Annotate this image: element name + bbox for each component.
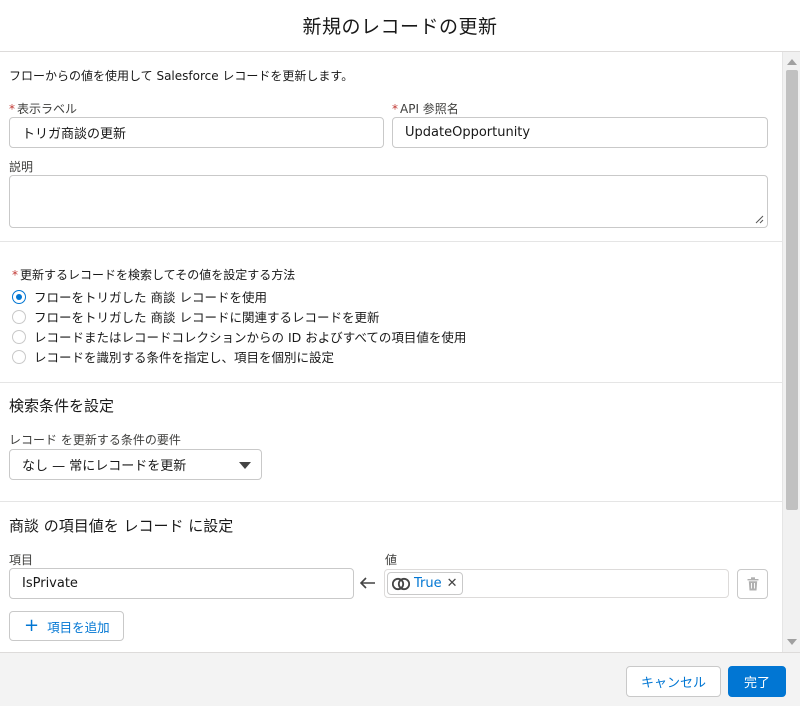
chevron-down-icon <box>239 462 251 469</box>
description-textarea[interactable] <box>9 175 768 228</box>
section-divider <box>0 241 782 242</box>
condition-select[interactable]: なし — 常にレコードを更新 <box>9 449 262 480</box>
radio-button[interactable] <box>12 309 26 324</box>
radio-button[interactable] <box>12 349 26 364</box>
done-button[interactable]: 完了 <box>728 666 786 697</box>
add-field-label: 項目を追加 <box>47 619 110 635</box>
method-option-2[interactable]: フローをトリガした 商談 レコードに関連するレコードを更新 <box>12 307 379 326</box>
modal-body: フローからの値を使用して Salesforce レコードを更新します。 * 表示ラ… <box>0 52 782 652</box>
value-pill-text: True <box>414 576 442 591</box>
boolean-icon <box>391 577 411 591</box>
resize-grip-icon[interactable] <box>755 215 764 224</box>
intro-text: フローからの値を使用して Salesforce レコードを更新します。 <box>9 69 354 83</box>
radio-button[interactable] <box>12 329 26 344</box>
value-input[interactable]: True ✕ <box>384 569 729 598</box>
value-column-label: 値 <box>385 553 398 567</box>
scroll-up-arrow[interactable] <box>787 59 797 65</box>
close-icon[interactable]: ✕ <box>447 576 458 591</box>
cancel-button[interactable]: キャンセル <box>626 666 721 697</box>
radio-button[interactable] <box>12 289 26 304</box>
delete-row-button[interactable] <box>737 569 768 599</box>
api-name-input[interactable]: UpdateOpportunity <box>392 117 768 148</box>
method-option-label: レコードを識別する条件を指定し、項目を個別に設定 <box>34 350 335 365</box>
method-option-1[interactable]: フローをトリガした 商談 レコードを使用 <box>12 287 267 306</box>
method-option-label: フローをトリガした 商談 レコードに関連するレコードを更新 <box>34 310 380 325</box>
method-label-text: 更新するレコードを検索してその値を設定する方法 <box>20 268 296 282</box>
method-option-3[interactable]: レコードまたはレコードコレクションからの ID およびすべての項目値を使用 <box>12 327 466 346</box>
field-column-label: 項目 <box>9 553 34 567</box>
filter-section-title: 検索条件を設定 <box>9 397 115 415</box>
scroll-thumb[interactable] <box>786 70 798 510</box>
modal-header: 新規のレコードの更新 <box>0 0 800 52</box>
method-option-label: レコードまたはレコードコレクションからの ID およびすべての項目値を使用 <box>34 330 467 345</box>
required-marker: * <box>392 102 398 116</box>
required-marker: * <box>12 268 18 282</box>
field-input[interactable]: IsPrivate <box>9 568 354 599</box>
method-label: * 更新するレコードを検索してその値を設定する方法 <box>12 266 295 283</box>
value-pill[interactable]: True ✕ <box>387 572 463 595</box>
method-option-label: フローをトリガした 商談 レコードを使用 <box>34 290 267 305</box>
section-divider <box>0 501 782 502</box>
method-option-4[interactable]: レコードを識別する条件を指定し、項目を個別に設定 <box>12 347 334 366</box>
plus-icon: + <box>24 615 40 636</box>
modal-footer: キャンセル 完了 <box>0 652 800 706</box>
description-label: 説明 <box>9 160 34 174</box>
assign-section-title: 商談 の項目値を レコード に設定 <box>9 517 234 535</box>
arrow-left-icon <box>359 574 376 593</box>
label-input[interactable]: トリガ商談の更新 <box>9 117 384 148</box>
vertical-scrollbar[interactable] <box>782 52 800 652</box>
condition-select-value: なし — 常にレコードを更新 <box>22 459 187 474</box>
label-field-label: * 表示ラベル <box>9 100 77 117</box>
condition-label: レコード を更新する条件の要件 <box>9 433 181 447</box>
api-name-label-text: API 参照名 <box>400 102 459 116</box>
scroll-down-arrow[interactable] <box>787 639 797 645</box>
section-divider <box>0 382 782 383</box>
label-field-text: 表示ラベル <box>17 102 78 116</box>
api-name-label: * API 参照名 <box>392 100 459 117</box>
trash-icon <box>747 577 758 591</box>
required-marker: * <box>9 102 15 116</box>
add-field-button[interactable]: + 項目を追加 <box>9 611 124 641</box>
modal-title: 新規のレコードの更新 <box>302 16 498 38</box>
